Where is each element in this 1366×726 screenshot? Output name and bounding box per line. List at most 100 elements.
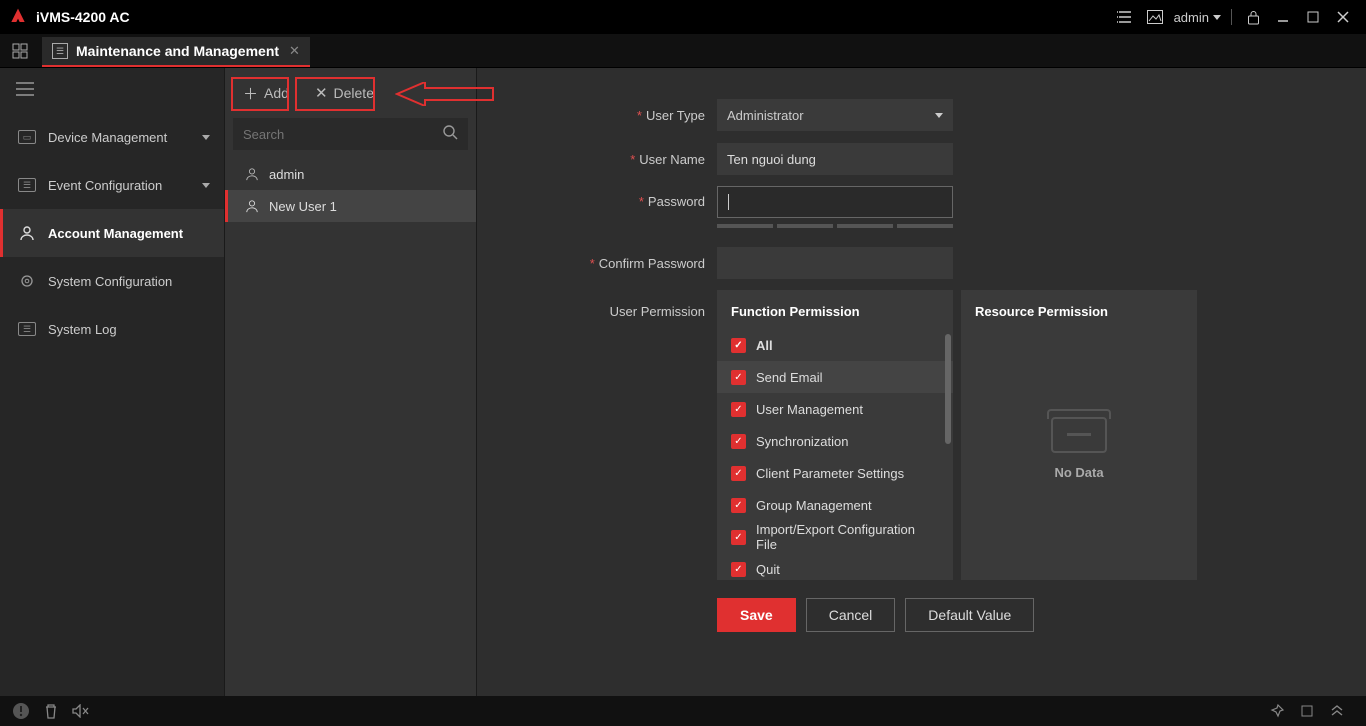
image-icon[interactable] xyxy=(1144,6,1166,28)
app-logo-icon xyxy=(8,7,28,27)
perm-item-import-export[interactable]: ✓Import/Export Configuration File xyxy=(731,521,939,553)
window-icon[interactable] xyxy=(1296,700,1318,722)
chevron-down-icon xyxy=(202,135,210,140)
app-title: iVMS-4200 AC xyxy=(36,9,130,25)
checkbox-icon[interactable]: ✓ xyxy=(731,562,746,577)
close-icon[interactable] xyxy=(1332,6,1354,28)
perm-item-quit[interactable]: ✓Quit xyxy=(731,553,939,580)
user-menu[interactable]: admin xyxy=(1174,10,1221,25)
alert-icon[interactable] xyxy=(10,700,32,722)
sidebar-item-device-management[interactable]: ▭ Device Management xyxy=(0,113,224,161)
label-user-name: *User Name xyxy=(517,152,717,167)
default-value-button[interactable]: Default Value xyxy=(905,598,1034,632)
confirm-password-input[interactable] xyxy=(717,247,953,279)
resource-permission-header: Resource Permission xyxy=(961,304,1197,329)
checkbox-icon[interactable]: ✓ xyxy=(731,370,746,385)
user-list-item-new-user[interactable]: New User 1 xyxy=(225,190,476,222)
maximize-icon[interactable] xyxy=(1302,6,1324,28)
person-icon xyxy=(18,226,36,240)
user-list-item-admin[interactable]: admin xyxy=(225,158,476,190)
expand-up-icon[interactable] xyxy=(1326,700,1348,722)
sidebar: ▭ Device Management ☰ Event Configuratio… xyxy=(0,68,225,696)
list-icon[interactable] xyxy=(1114,6,1136,28)
lock-icon[interactable] xyxy=(1242,6,1264,28)
x-icon: ✕ xyxy=(315,84,328,102)
tab-maintenance[interactable]: ☰ Maintenance and Management ✕ xyxy=(42,37,310,67)
person-icon xyxy=(245,199,259,213)
tab-close-icon[interactable]: ✕ xyxy=(289,43,300,59)
sidebar-item-system-log[interactable]: ☰ System Log xyxy=(0,305,224,353)
perm-item-user-management[interactable]: ✓User Management xyxy=(731,393,939,425)
delete-button[interactable]: ✕Delete xyxy=(305,78,384,108)
form-actions: Save Cancel Default Value xyxy=(717,598,1326,632)
person-icon xyxy=(245,167,259,181)
log-icon: ☰ xyxy=(18,322,36,336)
tab-bar: ☰ Maintenance and Management ✕ xyxy=(0,34,1366,68)
sidebar-item-label: System Log xyxy=(48,322,117,337)
chevron-down-icon xyxy=(202,183,210,188)
search-field[interactable] xyxy=(243,127,443,142)
search-icon xyxy=(443,125,458,144)
sidebar-item-account-management[interactable]: Account Management xyxy=(0,209,224,257)
function-permission-box: Function Permission ✓All ✓Send Email ✓Us… xyxy=(717,290,953,580)
plus-icon: ＋ xyxy=(243,83,258,104)
tab-icon: ☰ xyxy=(52,43,68,59)
hamburger-icon[interactable] xyxy=(0,68,224,113)
mute-icon[interactable] xyxy=(70,700,92,722)
user-name-input[interactable] xyxy=(717,143,953,175)
trash-icon[interactable] xyxy=(40,700,62,722)
label-confirm-password: *Confirm Password xyxy=(517,256,717,271)
perm-item-all[interactable]: ✓All xyxy=(731,329,939,361)
sidebar-item-label: Event Configuration xyxy=(48,178,162,193)
main-area: ▭ Device Management ☰ Event Configuratio… xyxy=(0,68,1366,696)
checkbox-icon[interactable]: ✓ xyxy=(731,402,746,417)
checkbox-icon[interactable]: ✓ xyxy=(731,434,746,449)
sidebar-item-label: Device Management xyxy=(48,130,167,145)
function-permission-header: Function Permission xyxy=(717,304,953,329)
add-button[interactable]: ＋Add xyxy=(233,78,299,108)
title-bar: iVMS-4200 AC admin xyxy=(0,0,1366,34)
checkbox-icon[interactable]: ✓ xyxy=(731,466,746,481)
user-form: *User Type Administrator *User Name *Pas… xyxy=(477,68,1366,696)
chevron-down-icon xyxy=(935,113,943,118)
checkbox-icon[interactable]: ✓ xyxy=(731,498,746,513)
empty-box-icon xyxy=(1051,417,1107,453)
checkbox-icon[interactable]: ✓ xyxy=(731,530,746,545)
device-icon: ▭ xyxy=(18,130,36,144)
pin-icon[interactable] xyxy=(1266,700,1288,722)
no-data: No Data xyxy=(961,329,1197,559)
save-button[interactable]: Save xyxy=(717,598,796,632)
sidebar-item-label: Account Management xyxy=(48,226,183,241)
sidebar-item-label: System Configuration xyxy=(48,274,172,289)
perm-item-synchronization[interactable]: ✓Synchronization xyxy=(731,425,939,457)
user-name-label: admin xyxy=(269,167,304,182)
scrollbar[interactable] xyxy=(945,334,951,444)
no-data-label: No Data xyxy=(1054,465,1103,480)
user-list: admin New User 1 xyxy=(225,158,476,222)
chevron-down-icon xyxy=(1213,15,1221,20)
checkbox-icon[interactable]: ✓ xyxy=(731,338,746,353)
label-user-type: *User Type xyxy=(517,108,717,123)
status-bar xyxy=(0,696,1366,726)
sidebar-item-event-configuration[interactable]: ☰ Event Configuration xyxy=(0,161,224,209)
perm-item-send-email[interactable]: ✓Send Email xyxy=(717,361,953,393)
password-strength xyxy=(717,224,953,228)
gear-icon xyxy=(18,274,36,288)
annotation-arrow-icon xyxy=(395,82,495,109)
event-icon: ☰ xyxy=(18,178,36,192)
label-password: *Password xyxy=(517,186,717,209)
user-name-label: New User 1 xyxy=(269,199,337,214)
search-input[interactable] xyxy=(233,118,468,150)
perm-item-client-params[interactable]: ✓Client Parameter Settings xyxy=(731,457,939,489)
perm-item-group-management[interactable]: ✓Group Management xyxy=(731,489,939,521)
apps-grid-icon[interactable] xyxy=(6,34,34,67)
user-type-select[interactable]: Administrator xyxy=(717,99,953,131)
user-list-panel: ＋Add ✕Delete admin New User 1 xyxy=(225,68,477,696)
label-user-permission: User Permission xyxy=(517,290,717,319)
cancel-button[interactable]: Cancel xyxy=(806,598,896,632)
resource-permission-box: Resource Permission No Data xyxy=(961,290,1197,580)
password-input[interactable] xyxy=(717,186,953,218)
tab-title: Maintenance and Management xyxy=(76,43,279,59)
minimize-icon[interactable] xyxy=(1272,6,1294,28)
sidebar-item-system-configuration[interactable]: System Configuration xyxy=(0,257,224,305)
